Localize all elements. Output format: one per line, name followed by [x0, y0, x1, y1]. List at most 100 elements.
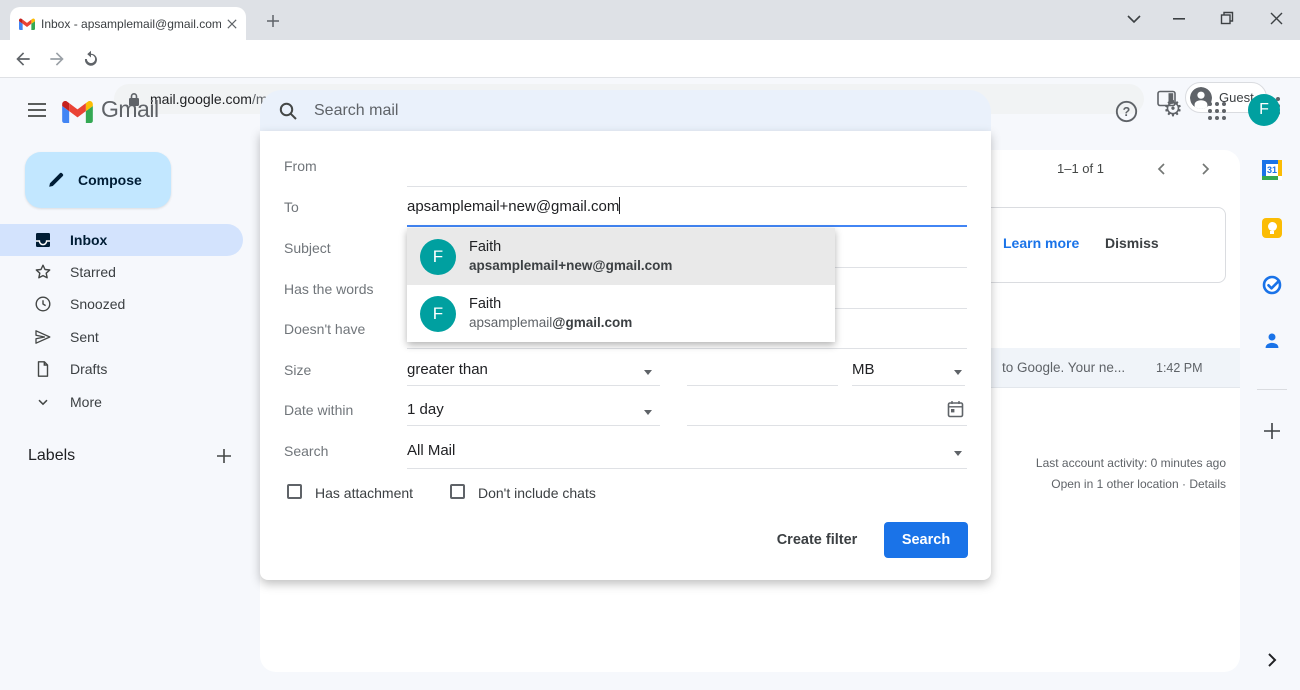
to-input[interactable]: apsamplemail+new@gmail.com [407, 197, 620, 215]
sidebar-item-inbox[interactable]: Inbox [0, 224, 243, 256]
chevron-down-icon [34, 393, 52, 411]
date-picker-calendar-icon[interactable] [946, 400, 964, 418]
forward-icon[interactable] [44, 46, 70, 72]
sidebar-item-more[interactable]: More [0, 386, 243, 418]
account-avatar[interactable]: F [1248, 94, 1280, 126]
apps-grid-icon[interactable] [1207, 101, 1227, 121]
sidebar-item-label: Starred [70, 264, 116, 280]
add-label-plus-icon[interactable] [212, 444, 236, 468]
browser-tab[interactable]: Inbox - apsamplemail@gmail.com [10, 7, 246, 40]
draft-file-icon [34, 360, 52, 378]
pencil-icon [47, 171, 65, 189]
size-unit-dropdown-arrow[interactable] [954, 370, 962, 375]
subject-label: Subject [284, 240, 331, 256]
email-snippet[interactable]: to Google. Your ne... [1002, 360, 1125, 375]
autocomplete-option[interactable]: F Faith apsamplemail@gmail.com [407, 285, 835, 342]
tab-title: Inbox - apsamplemail@gmail.com [41, 17, 221, 31]
contact-avatar: F [420, 239, 456, 275]
size-value-input[interactable] [687, 359, 838, 385]
reload-icon[interactable] [78, 46, 104, 72]
to-label: To [284, 199, 299, 215]
from-label: From [284, 158, 317, 174]
size-operator-select[interactable]: greater than [407, 361, 488, 378]
contact-name: Faith [469, 295, 632, 314]
window-restore-icon[interactable] [1218, 8, 1236, 28]
email-time: 1:42 PM [1156, 361, 1203, 375]
sidebar-item-label: Inbox [70, 232, 107, 248]
gmail-favicon [19, 18, 35, 30]
sidebar-item-label: Sent [70, 329, 99, 345]
tab-close-icon[interactable] [227, 19, 237, 29]
clock-icon [34, 295, 52, 313]
contact-email: apsamplemail+new@gmail.com [469, 257, 672, 275]
hamburger-menu-icon[interactable] [24, 97, 50, 123]
activity-details-line[interactable]: Open in 1 other location · Details [1036, 474, 1226, 495]
newer-page-chevron-icon[interactable] [1151, 158, 1173, 180]
create-filter-button[interactable]: Create filter [765, 522, 869, 558]
calendar-icon[interactable]: 31 [1262, 160, 1282, 180]
has-attachment-checkbox[interactable] [287, 484, 302, 499]
sidebar-item-drafts[interactable]: Drafts [0, 353, 243, 385]
window-minimize-icon[interactable] [1170, 8, 1188, 28]
search-scope-label: Search [284, 443, 328, 459]
date-within-select[interactable]: 1 day [407, 401, 444, 418]
date-input[interactable] [687, 399, 967, 425]
autocomplete-option[interactable]: F Faith apsamplemail+new@gmail.com [407, 228, 835, 285]
learn-more-link[interactable]: Learn more [1003, 235, 1079, 251]
no-chats-checkbox[interactable] [450, 484, 465, 499]
older-page-chevron-icon[interactable] [1194, 158, 1216, 180]
get-addons-plus-icon[interactable] [1260, 419, 1284, 443]
browser-toolbar: mail.google.com/mail/u/0/#inbox Guest [0, 40, 1300, 78]
new-tab-button[interactable] [262, 10, 284, 32]
svg-text:?: ? [1122, 104, 1130, 118]
search-filter-panel: From To apsamplemail+new@gmail.com Subje… [260, 131, 991, 580]
side-strip-divider [1257, 389, 1287, 390]
search-input[interactable]: Search mail [260, 90, 991, 132]
date-within-label: Date within [284, 402, 353, 418]
back-icon[interactable] [10, 46, 36, 72]
hide-side-panel-chevron-icon[interactable] [1262, 650, 1282, 670]
gmail-logo-icon[interactable] [62, 100, 93, 123]
settings-gear-icon[interactable]: ⚙ [1160, 97, 1186, 123]
sidebar-item-snoozed[interactable]: Snoozed [0, 288, 243, 320]
search-scope-dropdown-arrow[interactable] [954, 451, 962, 456]
filter-search-button[interactable]: Search [884, 522, 968, 558]
search-icon[interactable] [278, 101, 298, 121]
send-icon [34, 328, 52, 346]
compose-button[interactable]: Compose [25, 152, 171, 208]
doesnt-have-label: Doesn't have [284, 321, 365, 337]
sidebar-item-label: Snoozed [70, 296, 125, 312]
star-icon [34, 263, 52, 281]
has-attachment-label[interactable]: Has attachment [315, 485, 413, 501]
contact-email: apsamplemail@gmail.com [469, 314, 632, 332]
help-icon[interactable]: ? [1112, 97, 1140, 125]
from-input[interactable] [407, 156, 967, 184]
sidebar-item-sent[interactable]: Sent [0, 321, 243, 353]
contact-autocomplete-dropdown: F Faith apsamplemail+new@gmail.com F Fai… [407, 228, 835, 342]
account-activity: Last account activity: 0 minutes ago Ope… [1036, 453, 1226, 495]
text-cursor [619, 197, 620, 214]
no-chats-label[interactable]: Don't include chats [478, 485, 596, 501]
tasks-icon[interactable] [1260, 273, 1284, 297]
contact-avatar: F [420, 296, 456, 332]
search-scope-select[interactable]: All Mail [407, 442, 455, 459]
sidebar-item-starred[interactable]: Starred [0, 256, 243, 288]
size-operator-dropdown-arrow[interactable] [644, 370, 652, 375]
date-within-dropdown-arrow[interactable] [644, 410, 652, 415]
sidebar-item-label: More [70, 394, 102, 410]
labels-header: Labels [28, 447, 75, 465]
search-placeholder: Search mail [314, 102, 398, 120]
window-close-icon[interactable] [1267, 8, 1285, 28]
window-menu-chevron-icon[interactable] [1125, 12, 1143, 26]
dismiss-button[interactable]: Dismiss [1105, 235, 1159, 251]
inbox-icon [34, 231, 52, 249]
keep-icon[interactable] [1262, 218, 1282, 238]
screen: Inbox - apsamplemail@gmail.com [0, 0, 1300, 690]
contact-name: Faith [469, 238, 672, 257]
size-unit-select[interactable]: MB [852, 361, 875, 378]
contacts-icon[interactable] [1261, 330, 1283, 352]
gmail-logo-text: Gmail [101, 96, 159, 123]
pagination-label: 1–1 of 1 [1057, 161, 1104, 176]
has-words-label: Has the words [284, 281, 373, 297]
sidebar-item-label: Drafts [70, 361, 107, 377]
